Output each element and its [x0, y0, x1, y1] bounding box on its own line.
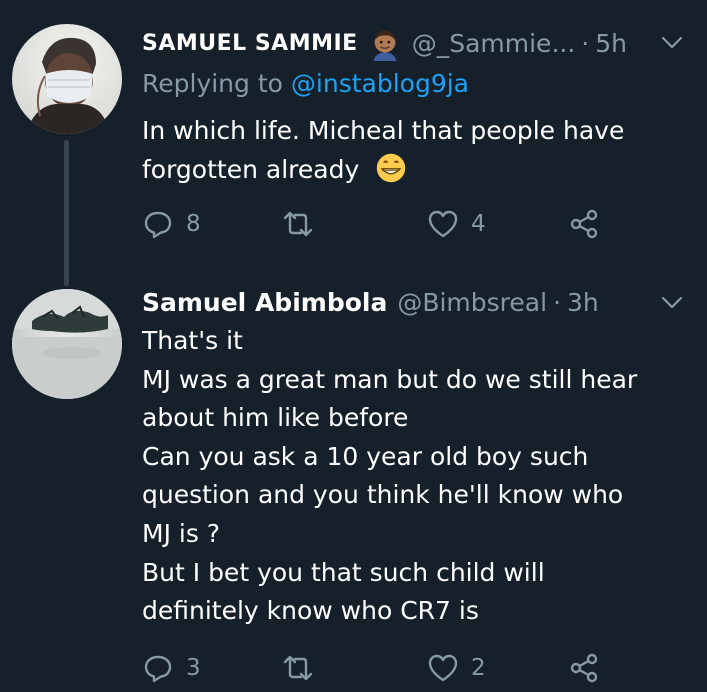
reply-icon: [144, 211, 172, 239]
timestamp[interactable]: 3h: [567, 287, 599, 319]
handle[interactable]: @_Sammie...: [412, 28, 576, 60]
retweet-icon: [283, 655, 313, 681]
tweet-text-segment: forgotten already: [142, 154, 360, 184]
like-count: 2: [471, 655, 486, 681]
tweet-text-line: forgotten already: [142, 151, 682, 190]
tweet-text-line: But I bet you that such child will: [142, 557, 545, 587]
retweet-button[interactable]: [282, 208, 326, 240]
avatar-photo: [26, 37, 110, 134]
like-count: 4: [471, 211, 486, 237]
share-button[interactable]: [568, 208, 600, 240]
replying-to-mention[interactable]: @instablog9ja: [291, 69, 469, 98]
replying-to: Replying to @instablog9ja: [142, 68, 469, 100]
tweet-text-line: In which life. Micheal that people have: [142, 116, 625, 145]
tweet-actions: 8 4: [142, 208, 612, 244]
tweet-text-line: definitely know who CR7 is: [142, 596, 479, 626]
tweet-text: In which life. Micheal that people have …: [142, 112, 682, 189]
tweet-text-line: about him like before: [142, 403, 409, 433]
tweet-text-line: question and you think he'll know who: [142, 480, 624, 510]
tweet-header: SAMUEL SAMMIE @_Sammie... · 5h: [142, 27, 683, 61]
avatar-photo: [12, 289, 122, 399]
reply-button[interactable]: 8: [142, 208, 201, 240]
retweet-icon: [283, 211, 313, 237]
handle[interactable]: @Bimbsreal: [397, 287, 547, 319]
tweet-header: Samuel Abimbola @Bimbsreal · 3h: [142, 287, 683, 319]
like-icon: [428, 654, 458, 682]
retweet-button[interactable]: [282, 652, 326, 684]
tweet-text: That's it MJ was a great man but do we s…: [142, 322, 682, 631]
like-button[interactable]: 2: [427, 652, 486, 684]
tweet-text-line: MJ was a great man but do we still hear: [142, 364, 638, 394]
avatar[interactable]: [12, 24, 122, 134]
man-medium-skin-emoji: [373, 30, 397, 61]
share-icon: [570, 209, 598, 239]
tweet-text-line: Can you ask a 10 year old boy such: [142, 441, 589, 471]
grinning-face-emoji: [376, 153, 406, 182]
tweet-actions: 3 2: [142, 652, 612, 688]
timestamp[interactable]: 5h: [595, 28, 627, 60]
reply-icon: [144, 655, 172, 683]
thread-line: [64, 140, 69, 286]
avatar[interactable]: [12, 289, 122, 399]
separator-dot: ·: [581, 29, 590, 58]
caret-down-icon[interactable]: [661, 36, 683, 50]
tweet-text-line: That's it: [142, 326, 243, 355]
like-icon: [428, 210, 458, 238]
reply-count: 8: [186, 211, 201, 237]
share-button[interactable]: [568, 652, 600, 684]
replying-to-label: Replying to: [142, 69, 283, 98]
display-name[interactable]: Samuel Abimbola: [142, 287, 387, 319]
like-button[interactable]: 4: [427, 208, 486, 240]
separator-dot: ·: [553, 288, 562, 317]
reply-button[interactable]: 3: [142, 652, 201, 684]
share-icon: [570, 653, 598, 683]
reply-count: 3: [186, 655, 201, 681]
display-name[interactable]: SAMUEL SAMMIE: [142, 28, 358, 60]
caret-down-icon[interactable]: [661, 296, 683, 310]
tweet-text-line: MJ is ?: [142, 518, 221, 548]
